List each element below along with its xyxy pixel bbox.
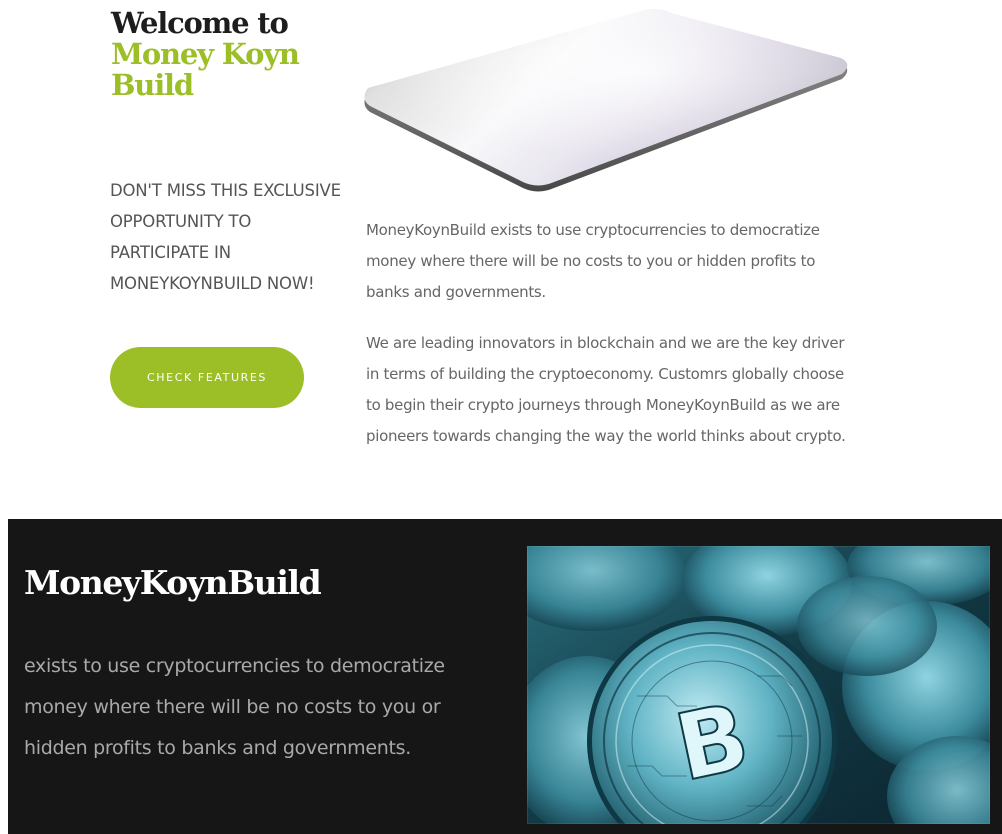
promo-text: DON'T MISS THIS EXCLUSIVE OPPORTUNITY TO… xyxy=(110,181,341,293)
welcome-line-1: Welcome to xyxy=(111,6,289,40)
bitcoin-coins-image: B xyxy=(527,546,990,824)
dark-section-title: MoneyKoynBuild xyxy=(24,563,322,602)
credit-card-image xyxy=(364,8,848,192)
check-features-button[interactable]: CHECK FEATURES xyxy=(110,347,304,408)
dark-feature-section: MoneyKoynBuild exists to use cryptocurre… xyxy=(8,519,1002,834)
about-text: MoneyKoynBuild exists to use cryptocurre… xyxy=(366,215,846,472)
welcome-heading: Welcome to Money Koyn Build xyxy=(111,8,311,101)
hero-section: Welcome to Money Koyn Build DON'T MISS T… xyxy=(0,0,1002,519)
about-paragraph-1: MoneyKoynBuild exists to use cryptocurre… xyxy=(366,221,820,301)
dark-section-text: exists to use cryptocurrencies to democr… xyxy=(24,655,445,759)
about-paragraph-2: We are leading innovators in blockchain … xyxy=(366,334,846,445)
welcome-line-2: Money Koyn Build xyxy=(111,37,300,102)
